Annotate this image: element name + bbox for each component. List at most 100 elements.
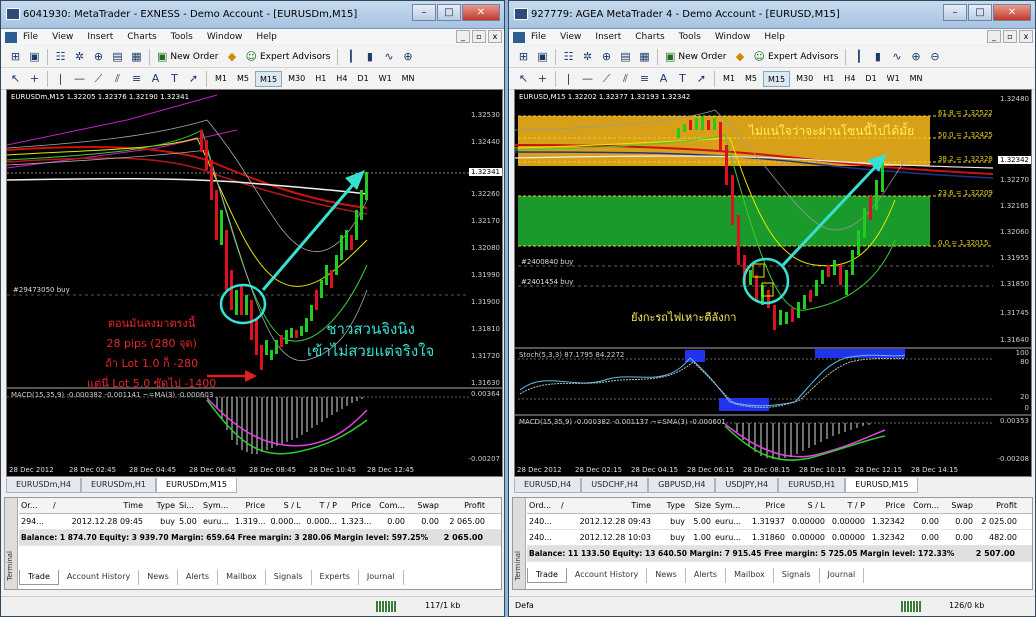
column-header[interactable]: Price xyxy=(867,501,907,510)
profiles-icon[interactable]: ▣ xyxy=(26,48,43,65)
terminal-icon[interactable]: ▤ xyxy=(109,48,126,65)
mdi-minimize-button[interactable]: _ xyxy=(987,30,1001,43)
market-watch-icon[interactable]: ☷ xyxy=(52,48,69,65)
column-header[interactable]: Si... xyxy=(177,501,201,510)
column-header[interactable]: Price xyxy=(745,501,787,510)
chart-tab[interactable]: EURUSD,H4 xyxy=(514,478,582,493)
tab-news[interactable]: News xyxy=(139,570,178,585)
candlesticks-icon[interactable]: ▮ xyxy=(869,48,886,65)
new-order-button[interactable]: ▣ New Order xyxy=(154,48,221,66)
vertical-line-icon[interactable]: | xyxy=(560,70,577,87)
candlesticks-icon[interactable]: ▮ xyxy=(361,48,378,65)
chart-tab[interactable]: EURUSD,H1 xyxy=(778,478,846,493)
data-window-icon[interactable]: ⊕ xyxy=(90,48,107,65)
column-header[interactable]: Com... xyxy=(373,501,407,510)
menu-insert[interactable]: Insert xyxy=(87,32,113,42)
column-header[interactable]: S / L xyxy=(267,501,303,510)
expert-advisors-button[interactable]: ☺ Expert Advisors xyxy=(242,48,333,66)
timeframe-d1[interactable]: D1 xyxy=(353,71,372,87)
trendline-icon[interactable]: ⟋ xyxy=(598,70,615,87)
menu-file[interactable]: File xyxy=(23,32,38,42)
tab-trade[interactable]: Trade xyxy=(19,570,59,585)
column-header[interactable]: Size xyxy=(687,501,713,510)
metaeditor-icon[interactable]: ◆ xyxy=(223,48,240,65)
column-header[interactable]: / xyxy=(559,501,573,510)
mdi-restore-button[interactable]: ▫ xyxy=(472,30,486,43)
timeframe-mn[interactable]: MN xyxy=(398,71,419,87)
tab-account-history[interactable]: Account History xyxy=(59,570,140,585)
column-header[interactable]: / xyxy=(51,501,65,510)
column-header[interactable]: S / L xyxy=(787,501,827,510)
timeframe-m5[interactable]: M5 xyxy=(233,71,253,87)
vertical-line-icon[interactable]: | xyxy=(52,70,69,87)
mdi-minimize-button[interactable]: _ xyxy=(456,30,470,43)
tab-mailbox[interactable]: Mailbox xyxy=(726,568,774,583)
timeframe-h1[interactable]: H1 xyxy=(819,71,838,87)
zoom-in-icon[interactable]: ⊕ xyxy=(399,48,416,65)
right-price-chart[interactable]: EURUSD,M15 1.32202 1.32377 1.32193 1.323… xyxy=(514,89,1032,477)
tab-mailbox[interactable]: Mailbox xyxy=(218,570,266,585)
fibonacci-icon[interactable]: ≡ xyxy=(128,70,145,87)
cursor-icon[interactable]: ↖ xyxy=(7,70,24,87)
table-row[interactable]: 240... 2012.12.28 10:03 buy 1.00 euru...… xyxy=(527,530,1032,546)
trendline-icon[interactable]: ⟋ xyxy=(90,70,107,87)
tab-alerts[interactable]: Alerts xyxy=(178,570,219,585)
tab-journal[interactable]: Journal xyxy=(359,570,404,585)
menu-tools[interactable]: Tools xyxy=(171,32,193,42)
tab-alerts[interactable]: Alerts xyxy=(686,568,727,583)
arrows-tool-icon[interactable]: ➚ xyxy=(693,70,710,87)
mdi-close-button[interactable]: x xyxy=(1019,30,1033,43)
menu-charts[interactable]: Charts xyxy=(635,32,664,42)
mdi-close-button[interactable]: x xyxy=(488,30,502,43)
new-chart-icon[interactable]: ⊞ xyxy=(7,48,24,65)
metaeditor-icon[interactable]: ◆ xyxy=(731,48,748,65)
timeframe-m30[interactable]: M30 xyxy=(792,71,817,87)
menu-charts[interactable]: Charts xyxy=(127,32,156,42)
timeframe-m15[interactable]: M15 xyxy=(763,70,791,87)
column-header[interactable]: Ord... xyxy=(527,501,559,510)
column-header[interactable]: T / P xyxy=(827,501,867,510)
menu-window[interactable]: Window xyxy=(715,32,751,42)
column-header[interactable]: Or... xyxy=(19,501,51,510)
maximize-button[interactable]: □ xyxy=(437,4,461,21)
column-header[interactable]: Profit xyxy=(975,501,1019,510)
menu-help[interactable]: Help xyxy=(256,32,277,42)
new-order-button[interactable]: ▣ New Order xyxy=(662,48,729,66)
bar-chart-icon[interactable]: ┃ xyxy=(850,48,867,65)
timeframe-m15[interactable]: M15 xyxy=(255,70,283,87)
table-row[interactable]: 294... 2012.12.28 09:45 buy 5.00 euru...… xyxy=(19,514,501,530)
timeframe-mn[interactable]: MN xyxy=(906,71,927,87)
horizontal-line-icon[interactable]: — xyxy=(579,70,596,87)
navigator-icon[interactable]: ✲ xyxy=(71,48,88,65)
column-header[interactable]: Sym... xyxy=(713,501,745,510)
tester-icon[interactable]: ▦ xyxy=(128,48,145,65)
terminal-icon[interactable]: ▤ xyxy=(617,48,634,65)
column-header[interactable]: Swap xyxy=(941,501,975,510)
menu-help[interactable]: Help xyxy=(764,32,785,42)
timeframe-h4[interactable]: H4 xyxy=(840,71,859,87)
close-button[interactable]: ✕ xyxy=(993,4,1031,21)
minimize-button[interactable]: – xyxy=(412,4,436,21)
tab-signals[interactable]: Signals xyxy=(774,568,820,583)
minimize-button[interactable]: – xyxy=(943,4,967,21)
column-header[interactable]: Time xyxy=(573,501,653,510)
chart-tab[interactable]: GBPUSD,H4 xyxy=(648,478,716,493)
timeframe-w1[interactable]: W1 xyxy=(375,71,396,87)
column-header[interactable]: Type xyxy=(653,501,687,510)
timeframe-d1[interactable]: D1 xyxy=(861,71,880,87)
column-header[interactable]: Price xyxy=(233,501,267,510)
arrows-tool-icon[interactable]: ➚ xyxy=(185,70,202,87)
column-header[interactable]: T / P xyxy=(303,501,339,510)
line-chart-icon[interactable]: ∿ xyxy=(380,48,397,65)
zoom-in-icon[interactable]: ⊕ xyxy=(907,48,924,65)
column-header[interactable]: Com... xyxy=(907,501,941,510)
channel-icon[interactable]: ⫽ xyxy=(617,70,634,87)
data-window-icon[interactable]: ⊕ xyxy=(598,48,615,65)
timeframe-m30[interactable]: M30 xyxy=(284,71,309,87)
new-chart-icon[interactable]: ⊞ xyxy=(515,48,532,65)
menu-insert[interactable]: Insert xyxy=(595,32,621,42)
menu-view[interactable]: View xyxy=(52,32,73,42)
table-row[interactable]: 240... 2012.12.28 09:43 buy 5.00 euru...… xyxy=(527,514,1032,530)
column-header[interactable]: Sym... xyxy=(201,501,233,510)
horizontal-line-icon[interactable]: — xyxy=(71,70,88,87)
